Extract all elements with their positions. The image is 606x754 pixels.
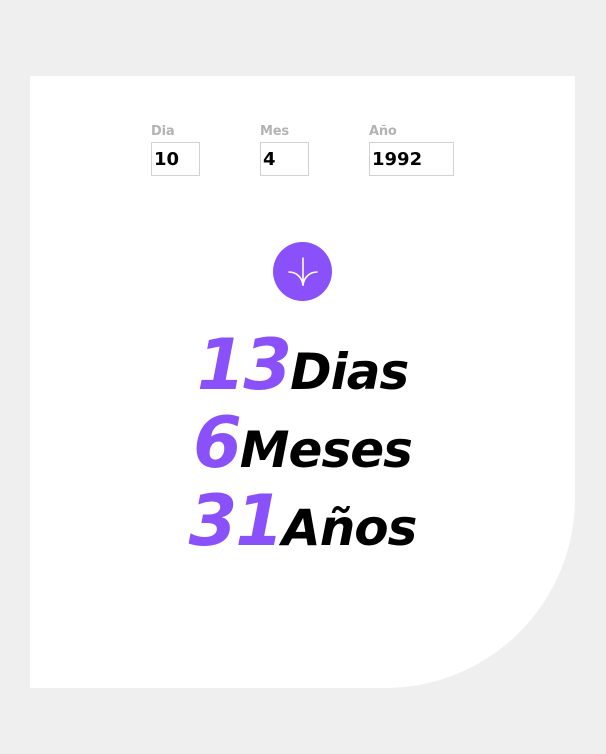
- years-unit: Años: [282, 499, 417, 557]
- age-results: 13Dias 6Meses 31Años: [30, 326, 575, 560]
- day-input[interactable]: [151, 142, 200, 176]
- month-label: Mes: [260, 124, 289, 139]
- year-field: Año: [369, 124, 454, 176]
- months-value: 6: [193, 402, 242, 484]
- months-unit: Meses: [239, 421, 413, 479]
- years-value: 31: [188, 480, 284, 562]
- days-unit: Dias: [290, 343, 409, 401]
- month-input[interactable]: [260, 142, 309, 176]
- year-label: Año: [369, 124, 397, 139]
- month-field: Mes: [260, 124, 309, 176]
- day-field: Dia: [151, 124, 200, 176]
- arrow-down-icon: [287, 256, 318, 286]
- days-value: 13: [196, 324, 292, 406]
- day-label: Dia: [151, 124, 175, 139]
- years-result: 31Años: [30, 482, 575, 560]
- age-calculator-card: Dia Mes Año 13Dias 6Meses 31Años: [30, 76, 575, 688]
- submit-button[interactable]: [273, 242, 332, 301]
- months-result: 6Meses: [30, 404, 575, 482]
- days-result: 13Dias: [30, 326, 575, 404]
- year-input[interactable]: [369, 142, 454, 176]
